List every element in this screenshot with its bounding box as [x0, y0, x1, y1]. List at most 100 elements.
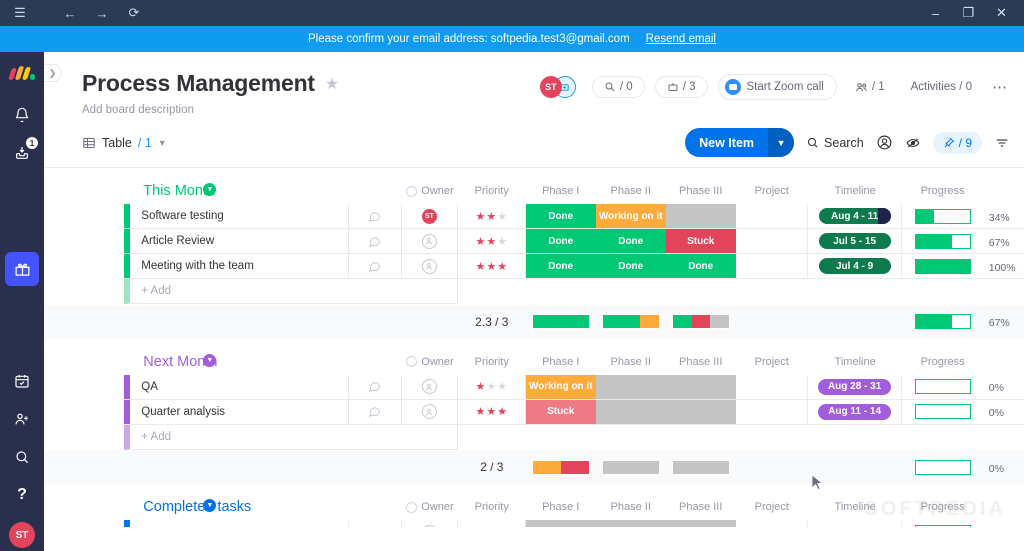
help-icon[interactable]: ?: [5, 478, 39, 512]
owner-cell[interactable]: [402, 520, 458, 527]
column-header[interactable]: Timeline: [808, 494, 903, 520]
timeline-cell[interactable]: Aug 11 - 14: [807, 399, 903, 425]
search-button[interactable]: Search: [806, 136, 864, 150]
status-cell[interactable]: Done: [525, 253, 596, 279]
owner-cell[interactable]: [402, 253, 458, 279]
project-cell[interactable]: [735, 253, 808, 279]
column-header[interactable]: Phase I: [526, 178, 596, 204]
item-updates-cell[interactable]: [348, 399, 403, 425]
status-cell[interactable]: [665, 399, 736, 425]
status-cell[interactable]: Stuck: [665, 228, 736, 254]
column-header[interactable]: Phase II: [596, 349, 666, 375]
timeline-pill[interactable]: Jul 5 - 15: [818, 233, 891, 249]
priority-star[interactable]: ★: [486, 260, 496, 273]
column-header[interactable]: Progress: [902, 494, 982, 520]
priority-cell[interactable]: ★★★: [457, 374, 526, 400]
reload-icon[interactable]: ⟳: [120, 2, 148, 24]
monday-logo[interactable]: [8, 62, 35, 80]
priority-star[interactable]: ★: [475, 260, 485, 273]
owner-cell[interactable]: [402, 399, 458, 425]
status-cell[interactable]: Done: [665, 253, 736, 279]
priority-star[interactable]: ★: [475, 210, 485, 223]
chevron-right-icon[interactable]: ❯: [44, 64, 62, 82]
status-cell[interactable]: Working on it: [595, 204, 666, 229]
more-options-icon[interactable]: ⋯: [990, 78, 1010, 96]
column-header[interactable]: Phase III: [666, 349, 736, 375]
status-cell[interactable]: [665, 520, 736, 527]
column-header[interactable]: Priority: [458, 178, 526, 204]
timeline-cell[interactable]: Jul 5 - 15: [807, 228, 903, 254]
column-header[interactable]: Project: [736, 494, 808, 520]
priority-cell[interactable]: ★★★: [457, 520, 526, 528]
integrations-button[interactable]: / 3: [654, 76, 708, 98]
priority-star[interactable]: ★: [497, 526, 507, 528]
priority-star[interactable]: ★: [486, 210, 496, 223]
person-filter-icon[interactable]: [876, 134, 893, 151]
column-header[interactable]: Phase II: [596, 178, 666, 204]
add-item-cell[interactable]: + Add: [124, 424, 458, 450]
column-header[interactable]: Priority: [458, 494, 526, 520]
table-row[interactable]: QA ★ ★ ★ Working on it Aug 28 - 31 0%: [44, 374, 1024, 400]
inbox-icon[interactable]: 1: [5, 136, 39, 170]
item-updates-cell[interactable]: [348, 520, 403, 527]
timeline-pill[interactable]: Aug 11 - 14: [818, 403, 892, 420]
new-item-dropdown-icon[interactable]: ▼: [768, 128, 795, 157]
column-header[interactable]: Phase I: [526, 494, 596, 520]
chevron-down-icon[interactable]: ▼: [158, 138, 167, 148]
automations-button[interactable]: / 0: [591, 76, 645, 98]
owner-cell[interactable]: [402, 228, 458, 254]
priority-star[interactable]: ★: [497, 405, 507, 418]
priority-star[interactable]: ★: [475, 405, 485, 418]
item-name-cell[interactable]: QA: [124, 374, 349, 400]
tab-table-view[interactable]: Table / 1 ▼: [82, 136, 167, 150]
project-cell[interactable]: [735, 204, 808, 229]
gift-icon[interactable]: [5, 252, 39, 286]
item-name-cell[interactable]: Article Review: [124, 228, 349, 254]
avatar[interactable]: ST: [539, 76, 562, 98]
item-updates-cell[interactable]: [348, 253, 403, 279]
timeline-pill[interactable]: Aug 4 - 11: [818, 208, 891, 224]
board-description[interactable]: Add board description: [82, 104, 1008, 116]
status-cell[interactable]: [665, 204, 736, 229]
project-cell[interactable]: [735, 399, 808, 425]
column-header[interactable]: Priority: [458, 349, 526, 375]
group-title[interactable]: Completed tasks: [143, 499, 251, 515]
priority-star[interactable]: ★: [497, 380, 507, 393]
column-header[interactable]: Phase I: [526, 349, 596, 375]
rail-user-avatar[interactable]: ST: [9, 522, 35, 548]
project-cell[interactable]: [735, 374, 808, 400]
priority-star[interactable]: ★: [486, 526, 496, 528]
timeline-cell[interactable]: Aug 4 - 11: [807, 204, 903, 229]
table-row[interactable]: Quarter analysis ★ ★ ★ Stuck Aug 11 - 14 0%: [44, 399, 1024, 425]
start-zoom-call-button[interactable]: Start Zoom call: [717, 74, 837, 100]
close-button[interactable]: ✕: [985, 0, 1018, 26]
my-work-calendar-icon[interactable]: [5, 364, 39, 398]
progress-cell[interactable]: [902, 374, 983, 400]
star-icon[interactable]: ★: [325, 74, 339, 94]
invite-member-icon[interactable]: [5, 402, 39, 436]
progress-cell[interactable]: [902, 520, 983, 527]
minimize-button[interactable]: –: [919, 0, 952, 26]
column-header[interactable]: Phase III: [666, 178, 736, 204]
owner-cell[interactable]: [402, 374, 458, 400]
status-cell[interactable]: [525, 520, 596, 527]
priority-star[interactable]: ★: [486, 380, 496, 393]
hide-columns-icon[interactable]: [905, 136, 921, 150]
column-header[interactable]: Project: [736, 349, 808, 375]
add-item-row[interactable]: + Add: [44, 424, 1024, 450]
item-updates-cell[interactable]: [348, 204, 403, 229]
priority-star[interactable]: ★: [486, 235, 496, 248]
item-updates-cell[interactable]: [348, 228, 403, 254]
progress-cell[interactable]: [902, 204, 983, 229]
board-table[interactable]: SOFTPEDIA ▼ This Month Owner Priority Phase …: [44, 168, 1024, 527]
priority-cell[interactable]: ★★★: [457, 228, 526, 254]
priority-cell[interactable]: ★★★: [457, 204, 526, 229]
table-row[interactable]: Software testing ST ★ ★ ★ Done Working on it Au…: [44, 204, 1024, 229]
progress-cell[interactable]: [902, 399, 983, 425]
hamburger-icon[interactable]: ☰: [6, 2, 34, 24]
status-cell[interactable]: Stuck: [525, 399, 596, 425]
add-item-cell[interactable]: + Add: [124, 279, 458, 305]
timeline-cell[interactable]: [807, 520, 903, 527]
status-cell[interactable]: [595, 399, 666, 425]
notifications-bell-icon[interactable]: [5, 98, 39, 132]
